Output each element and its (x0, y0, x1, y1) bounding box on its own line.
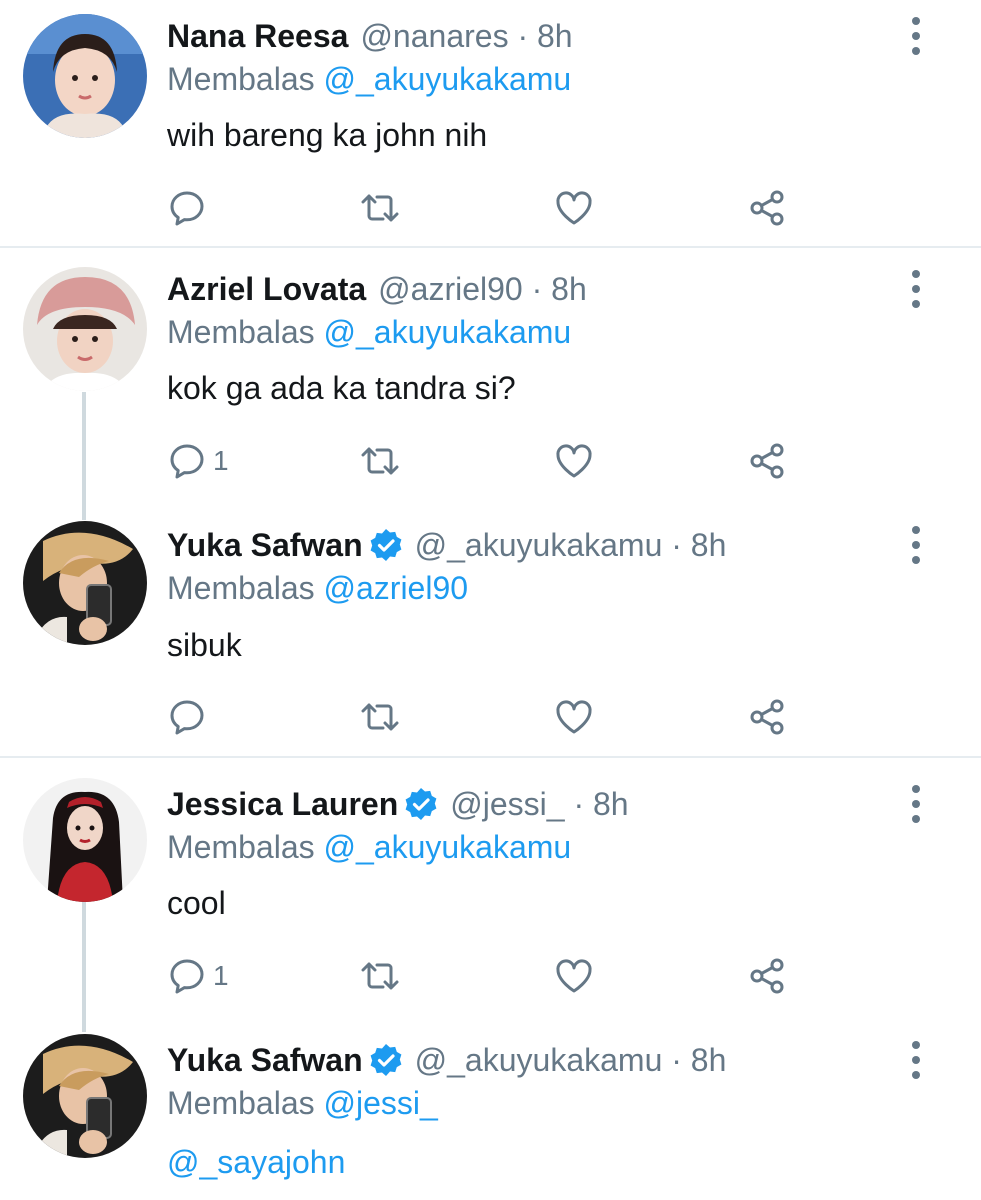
share-icon (750, 958, 784, 994)
author-name[interactable]: Yuka Safwan (167, 527, 363, 564)
reply-prefix: Membalas (167, 61, 315, 97)
like-icon (556, 444, 592, 478)
reply-prefix: Membalas (167, 1085, 315, 1121)
like-button[interactable] (554, 952, 594, 1000)
reply-icon (170, 444, 204, 479)
reply-context: Membalas @_akuyukakamu (167, 825, 571, 869)
share-button[interactable] (747, 184, 787, 232)
reply-icon (170, 959, 204, 994)
reply-to-mention[interactable]: @_akuyukakamu (324, 829, 572, 865)
avatar[interactable] (23, 267, 147, 391)
reply-context: Membalas @azriel90 (167, 566, 468, 610)
author-handle-time[interactable]: @nanares · 8h (360, 18, 572, 55)
verified-badge-icon (370, 529, 402, 561)
reply-prefix: Membalas (167, 829, 315, 865)
more-icon[interactable] (902, 523, 930, 567)
reply-button[interactable]: 1 (167, 952, 229, 1000)
tweet[interactable]: Azriel Lovata @azriel90 · 8h Membalas @_… (0, 250, 981, 520)
tweet[interactable]: Nana Reesa @nanares · 8h Membalas @_akuy… (0, 0, 981, 248)
reply-context: Membalas @jessi_ (167, 1081, 438, 1125)
share-icon (750, 699, 784, 735)
tweet[interactable]: Yuka Safwan @_akuyukakamu · 8h Membalas … (0, 1016, 981, 1200)
retweet-icon (361, 194, 399, 222)
reply-button[interactable] (167, 184, 213, 232)
like-button[interactable] (554, 693, 594, 741)
thread-line (82, 392, 86, 520)
share-button[interactable] (747, 952, 787, 1000)
author-name[interactable]: Azriel Lovata (167, 271, 366, 308)
share-icon (750, 443, 784, 479)
reply-to-mention[interactable]: @jessi_ (324, 1085, 438, 1121)
reply-to-mention[interactable]: @_akuyukakamu (324, 314, 572, 350)
reply-prefix: Membalas (167, 570, 315, 606)
author-name[interactable]: Yuka Safwan (167, 1042, 363, 1079)
reply-prefix: Membalas (167, 314, 315, 350)
like-button[interactable] (554, 437, 594, 485)
tweet-text: sibuk (167, 627, 242, 663)
share-icon (750, 190, 784, 226)
tweet-actions (167, 693, 807, 741)
retweet-icon (361, 703, 399, 731)
share-button[interactable] (747, 437, 787, 485)
reply-to-mention[interactable]: @azriel90 (324, 570, 469, 606)
divider (0, 246, 981, 248)
author-handle-time[interactable]: @_akuyukakamu · 8h (415, 527, 727, 564)
avatar[interactable] (23, 1034, 147, 1158)
retweet-icon (361, 447, 399, 475)
reply-count: 1 (213, 445, 229, 476)
author-handle-time[interactable]: @jessi_ · 8h (450, 786, 628, 823)
more-icon[interactable] (902, 782, 930, 826)
reply-button[interactable]: 1 (167, 437, 229, 485)
reply-button[interactable] (167, 693, 213, 741)
more-icon[interactable] (902, 267, 930, 311)
retweet-icon (361, 962, 399, 990)
thread-line (82, 902, 86, 1032)
like-button[interactable] (554, 184, 594, 232)
avatar[interactable] (23, 14, 147, 138)
divider (0, 756, 981, 758)
author-handle-time[interactable]: @_akuyukakamu · 8h (415, 1042, 727, 1079)
retweet-button[interactable] (360, 952, 400, 1000)
reply-icon (170, 700, 204, 735)
like-icon (556, 959, 592, 993)
retweet-button[interactable] (360, 184, 400, 232)
tweet[interactable]: Jessica Lauren @jessi_ · 8h Membalas @_a… (0, 760, 981, 1032)
tweet-text[interactable]: @_sayajohn (167, 1140, 345, 1184)
author-handle-time[interactable]: @azriel90 · 8h (378, 271, 587, 308)
tweet-actions (167, 184, 807, 232)
more-icon[interactable] (902, 1038, 930, 1082)
retweet-button[interactable] (360, 693, 400, 741)
verified-badge-icon (405, 788, 437, 820)
reply-count: 1 (213, 960, 229, 991)
more-icon[interactable] (902, 14, 930, 58)
reply-to-mention[interactable]: @_akuyukakamu (324, 61, 572, 97)
tweet[interactable]: Yuka Safwan @_akuyukakamu · 8h Membalas … (0, 504, 981, 756)
like-icon (556, 191, 592, 225)
tweet-text: cool (167, 885, 226, 921)
tweet-text: kok ga ada ka tandra si? (167, 370, 516, 406)
avatar[interactable] (23, 521, 147, 645)
retweet-button[interactable] (360, 437, 400, 485)
like-icon (556, 700, 592, 734)
reply-icon (170, 191, 204, 226)
tweet-actions: 1 (167, 952, 807, 1000)
author-name[interactable]: Nana Reesa (167, 18, 348, 55)
avatar[interactable] (23, 778, 147, 902)
tweet-actions: 1 (167, 437, 807, 485)
author-name[interactable]: Jessica Lauren (167, 786, 398, 823)
reply-context: Membalas @_akuyukakamu (167, 310, 571, 354)
tweet-text: wih bareng ka john nih (167, 117, 488, 153)
verified-badge-icon (370, 1044, 402, 1076)
reply-context: Membalas @_akuyukakamu (167, 57, 571, 101)
share-button[interactable] (747, 693, 787, 741)
